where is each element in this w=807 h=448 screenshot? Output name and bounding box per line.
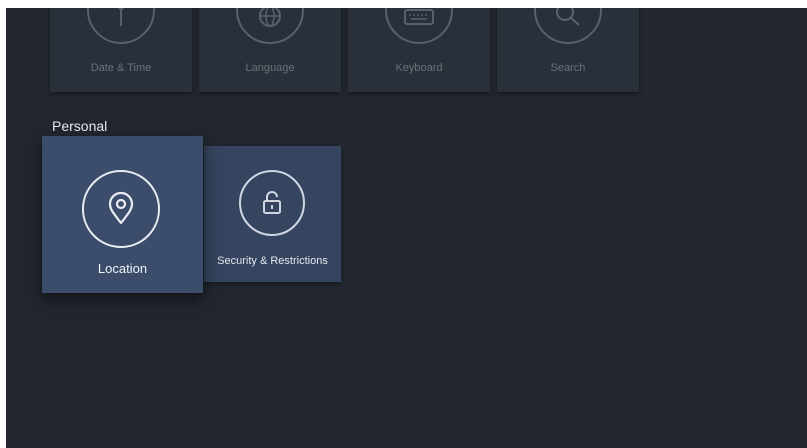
- search-label: Search: [550, 62, 586, 74]
- keyboard-icon: [385, 8, 453, 44]
- lock-icon: [239, 170, 305, 236]
- search-icon: [534, 8, 602, 44]
- keyboard-tile[interactable]: Keyboard: [348, 8, 490, 92]
- date-time-tile[interactable]: Date & Time: [50, 8, 192, 92]
- settings-screen: Date & Time Language Keyboard Search Per…: [6, 8, 807, 448]
- section-title-personal: Personal: [52, 118, 108, 134]
- location-tile[interactable]: Location: [42, 136, 203, 293]
- language-tile[interactable]: Language: [199, 8, 341, 92]
- globe-icon: [236, 8, 304, 44]
- security-restrictions-tile[interactable]: Security & Restrictions: [204, 146, 341, 282]
- language-label: Language: [245, 62, 295, 74]
- search-tile[interactable]: Search: [497, 8, 639, 92]
- location-label: Location: [97, 261, 148, 276]
- date-time-label: Date & Time: [90, 62, 152, 74]
- security-restrictions-label: Security & Restrictions: [217, 255, 328, 267]
- location-pin-icon: [82, 170, 160, 248]
- keyboard-label: Keyboard: [395, 62, 443, 74]
- clock-icon: [87, 8, 155, 44]
